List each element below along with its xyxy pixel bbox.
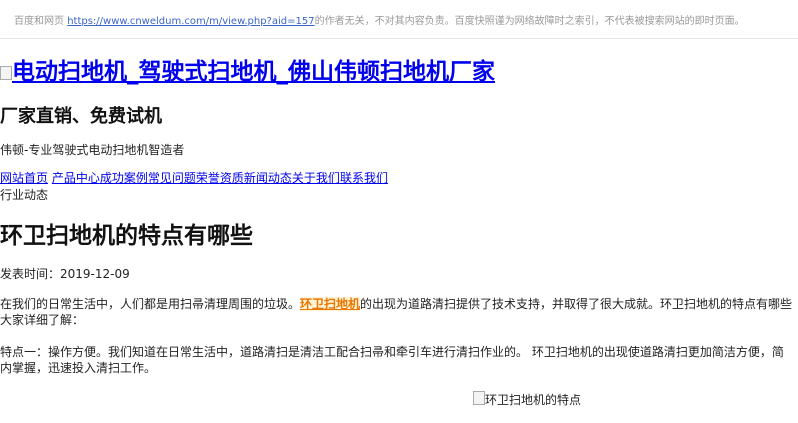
paragraph-line: 特点一：操作方便。我们知道在日常生活中，道路清扫是清洁工配合扫帚和牵引车进行清扫… <box>0 345 784 359</box>
site-slogan: 厂家直销、免费试机 <box>0 106 162 127</box>
article-paragraph-1: 在我们的日常生活中，人们都是用扫帚清理周围的垃圾。环卫扫地机的出现为道路清扫提供… <box>0 296 798 330</box>
site-tagline: 伟顿-专业驾驶式电动扫地机智造者 <box>0 143 185 157</box>
keyword-link[interactable]: 环卫扫地机 <box>300 297 361 311</box>
logo-link[interactable]: 电动扫地机_驾驶式扫地机_佛山伟顿扫地机厂家 <box>12 59 495 85</box>
nav-item-cases[interactable]: 成功案例 <box>100 171 148 185</box>
broken-image-icon <box>473 391 485 405</box>
nav-item-faq[interactable]: 常见问题 <box>148 171 196 185</box>
paragraph-line: 在我们的日常生活中，人们都是用扫帚清理周围的垃圾。环卫扫地机的出现为道路清扫提供… <box>0 296 798 312</box>
nav-item-contact[interactable]: 联系我们 <box>340 171 388 185</box>
paragraph-text: 在我们的日常生活中，人们都是用扫帚清理周围的垃圾。 <box>0 297 301 311</box>
nav-item-honors[interactable]: 荣誉资质 <box>196 171 244 185</box>
article-image: 环卫扫地机的特点 <box>473 391 581 408</box>
nav-item-products[interactable]: 产品中心 <box>52 171 100 185</box>
paragraph-text: 的出现为道路清扫提供了技术支持，并取得了很大成就。环卫扫地机的特点有哪些 <box>360 297 793 311</box>
publish-date: 发表时间：2019-12-09 <box>0 267 130 281</box>
main-nav: 网站首页 产品中心成功案例常见问题荣誉资质新闻动态关于我们联系我们 <box>0 169 388 186</box>
snapshot-notice-prefix: 百度和网页 <box>14 16 64 27</box>
nav-item-about[interactable]: 关于我们 <box>292 171 340 185</box>
nav-item-home[interactable]: 网站首页 <box>0 171 48 185</box>
snapshot-notice-bar: 百度和网页 https://www.cnweldum.com/m/view.ph… <box>0 0 798 39</box>
snapshot-source-link[interactable]: https://www.cnweldum.com/m/view.php?aid=… <box>67 16 314 27</box>
article-paragraph-2: 特点一：操作方便。我们知道在日常生活中，道路清扫是清洁工配合扫帚和牵引车进行清扫… <box>0 344 798 378</box>
snapshot-notice: 百度和网页 https://www.cnweldum.com/m/view.ph… <box>14 12 745 27</box>
paragraph-line: 内掌握，迅速投入清扫工作。 <box>0 361 157 375</box>
nav-item-news[interactable]: 新闻动态 <box>244 171 292 185</box>
breadcrumb: 行业动态 <box>0 188 49 202</box>
article-title: 环卫扫地机的特点有哪些 <box>0 223 253 249</box>
site-logo[interactable]: 电动扫地机_驾驶式扫地机_佛山伟顿扫地机厂家 <box>0 52 495 86</box>
snapshot-notice-suffix: 的作者无关，不对其内容负责。百度快照谨为网络故障时之索引，不代表被搜索网站的即时… <box>314 16 745 27</box>
paragraph-line: 大家详细了解： <box>0 313 85 327</box>
image-alt-text: 环卫扫地机的特点 <box>485 393 582 407</box>
broken-image-icon <box>0 66 12 80</box>
